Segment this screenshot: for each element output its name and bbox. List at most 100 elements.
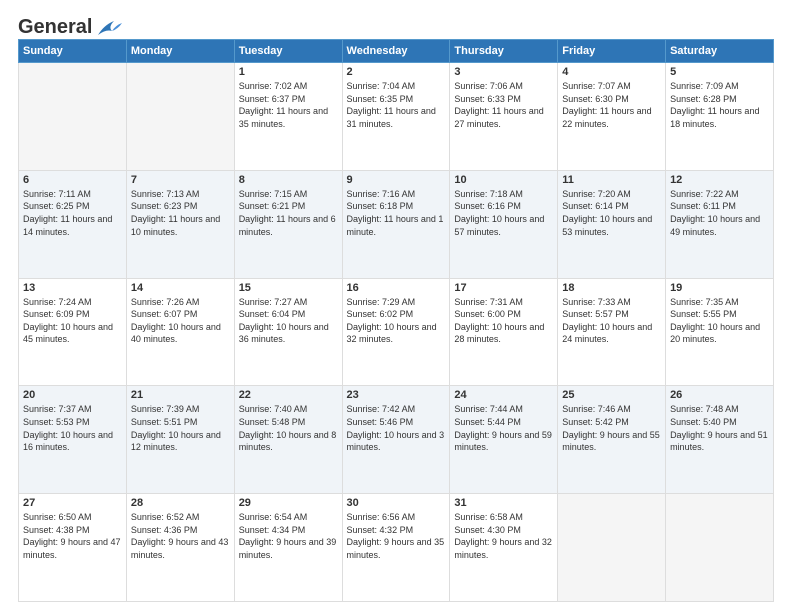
- cell-details: Sunrise: 7:29 AMSunset: 6:02 PMDaylight:…: [347, 296, 446, 346]
- day-number: 6: [23, 174, 122, 186]
- day-number: 16: [347, 282, 446, 294]
- cell-details: Sunrise: 6:52 AMSunset: 4:36 PMDaylight:…: [131, 511, 230, 561]
- calendar-cell: 5 Sunrise: 7:09 AMSunset: 6:28 PMDaylight…: [666, 63, 774, 171]
- calendar-cell: 2 Sunrise: 7:04 AMSunset: 6:35 PMDaylight…: [342, 63, 450, 171]
- cell-details: Sunrise: 6:54 AMSunset: 4:34 PMDaylight:…: [239, 511, 338, 561]
- day-number: 15: [239, 282, 338, 294]
- cell-details: Sunrise: 7:15 AMSunset: 6:21 PMDaylight:…: [239, 188, 338, 238]
- day-number: 22: [239, 389, 338, 401]
- calendar-cell: 24Sunrise: 7:44 AMSunset: 5:44 PMDayligh…: [450, 386, 558, 494]
- day-number: 11: [562, 174, 661, 186]
- calendar-cell: 12 Sunrise: 7:22 AMSunset: 6:11 PMDayligh…: [666, 170, 774, 278]
- calendar-week-row: 6 Sunrise: 7:11 AMSunset: 6:25 PMDaylight…: [19, 170, 774, 278]
- weekday-header: Tuesday: [234, 40, 342, 63]
- day-number: 29: [239, 497, 338, 509]
- cell-details: Sunrise: 7:20 AMSunset: 6:14 PMDaylight:…: [562, 188, 661, 238]
- day-number: 17: [454, 282, 553, 294]
- cell-details: Sunrise: 7:24 AMSunset: 6:09 PMDaylight:…: [23, 296, 122, 346]
- day-number: 7: [131, 174, 230, 186]
- day-number: 19: [670, 282, 769, 294]
- calendar-cell: 9 Sunrise: 7:16 AMSunset: 6:18 PMDaylight…: [342, 170, 450, 278]
- calendar-cell: 10 Sunrise: 7:18 AMSunset: 6:16 PMDayligh…: [450, 170, 558, 278]
- calendar-cell: 16 Sunrise: 7:29 AMSunset: 6:02 PMDayligh…: [342, 278, 450, 386]
- calendar-cell: 15Sunrise: 7:27 AMSunset: 6:04 PMDayligh…: [234, 278, 342, 386]
- logo: General: [18, 16, 124, 31]
- day-number: 24: [454, 389, 553, 401]
- cell-details: Sunrise: 7:09 AMSunset: 6:28 PMDaylight:…: [670, 80, 769, 130]
- calendar-cell: 4 Sunrise: 7:07 AMSunset: 6:30 PMDaylight…: [558, 63, 666, 171]
- cell-details: Sunrise: 7:16 AMSunset: 6:18 PMDaylight:…: [347, 188, 446, 238]
- calendar-cell: 27 Sunrise: 6:50 AMSunset: 4:38 PMDayligh…: [19, 494, 127, 602]
- day-number: 14: [131, 282, 230, 294]
- calendar-table: SundayMondayTuesdayWednesdayThursdayFrid…: [18, 39, 774, 602]
- calendar-cell: 28 Sunrise: 6:52 AMSunset: 4:36 PMDayligh…: [126, 494, 234, 602]
- calendar-cell: 22 Sunrise: 7:40 AMSunset: 5:48 PMDayligh…: [234, 386, 342, 494]
- day-number: 30: [347, 497, 446, 509]
- day-number: 18: [562, 282, 661, 294]
- calendar-cell: 3Sunrise: 7:06 AMSunset: 6:33 PMDaylight…: [450, 63, 558, 171]
- weekday-header-row: SundayMondayTuesdayWednesdayThursdayFrid…: [19, 40, 774, 63]
- calendar-cell: 18 Sunrise: 7:33 AMSunset: 5:57 PMDayligh…: [558, 278, 666, 386]
- calendar-week-row: 1 Sunrise: 7:02 AMSunset: 6:37 PMDaylight…: [19, 63, 774, 171]
- weekday-header: Wednesday: [342, 40, 450, 63]
- calendar-cell: 31Sunrise: 6:58 AMSunset: 4:30 PMDayligh…: [450, 494, 558, 602]
- logo-bird-icon: [94, 17, 124, 39]
- cell-details: Sunrise: 7:13 AMSunset: 6:23 PMDaylight:…: [131, 188, 230, 238]
- cell-details: Sunrise: 6:56 AMSunset: 4:32 PMDaylight:…: [347, 511, 446, 561]
- day-number: 20: [23, 389, 122, 401]
- cell-details: Sunrise: 7:46 AMSunset: 5:42 PMDaylight:…: [562, 403, 661, 453]
- calendar-cell: 26Sunrise: 7:48 AMSunset: 5:40 PMDayligh…: [666, 386, 774, 494]
- day-number: 23: [347, 389, 446, 401]
- weekday-header: Saturday: [666, 40, 774, 63]
- weekday-header: Friday: [558, 40, 666, 63]
- cell-details: Sunrise: 7:39 AMSunset: 5:51 PMDaylight:…: [131, 403, 230, 453]
- calendar-cell: [558, 494, 666, 602]
- cell-details: Sunrise: 7:07 AMSunset: 6:30 PMDaylight:…: [562, 80, 661, 130]
- day-number: 12: [670, 174, 769, 186]
- cell-details: Sunrise: 7:04 AMSunset: 6:35 PMDaylight:…: [347, 80, 446, 130]
- calendar-cell: 21 Sunrise: 7:39 AMSunset: 5:51 PMDayligh…: [126, 386, 234, 494]
- day-number: 9: [347, 174, 446, 186]
- day-number: 1: [239, 66, 338, 78]
- calendar-cell: [126, 63, 234, 171]
- day-number: 13: [23, 282, 122, 294]
- cell-details: Sunrise: 7:33 AMSunset: 5:57 PMDaylight:…: [562, 296, 661, 346]
- cell-details: Sunrise: 7:26 AMSunset: 6:07 PMDaylight:…: [131, 296, 230, 346]
- calendar-cell: 20Sunrise: 7:37 AMSunset: 5:53 PMDayligh…: [19, 386, 127, 494]
- weekday-header: Thursday: [450, 40, 558, 63]
- calendar-cell: 23 Sunrise: 7:42 AMSunset: 5:46 PMDayligh…: [342, 386, 450, 494]
- calendar-cell: 19Sunrise: 7:35 AMSunset: 5:55 PMDayligh…: [666, 278, 774, 386]
- calendar-cell: 30 Sunrise: 6:56 AMSunset: 4:32 PMDayligh…: [342, 494, 450, 602]
- day-number: 4: [562, 66, 661, 78]
- calendar-week-row: 20Sunrise: 7:37 AMSunset: 5:53 PMDayligh…: [19, 386, 774, 494]
- calendar-cell: 25 Sunrise: 7:46 AMSunset: 5:42 PMDayligh…: [558, 386, 666, 494]
- cell-details: Sunrise: 6:50 AMSunset: 4:38 PMDaylight:…: [23, 511, 122, 561]
- calendar-cell: 29 Sunrise: 6:54 AMSunset: 4:34 PMDayligh…: [234, 494, 342, 602]
- day-number: 8: [239, 174, 338, 186]
- calendar-cell: 7 Sunrise: 7:13 AMSunset: 6:23 PMDaylight…: [126, 170, 234, 278]
- day-number: 3: [454, 66, 553, 78]
- day-number: 21: [131, 389, 230, 401]
- calendar-cell: 17Sunrise: 7:31 AMSunset: 6:00 PMDayligh…: [450, 278, 558, 386]
- calendar-cell: 8 Sunrise: 7:15 AMSunset: 6:21 PMDaylight…: [234, 170, 342, 278]
- calendar-cell: [666, 494, 774, 602]
- day-number: 25: [562, 389, 661, 401]
- day-number: 10: [454, 174, 553, 186]
- day-number: 28: [131, 497, 230, 509]
- cell-details: Sunrise: 7:18 AMSunset: 6:16 PMDaylight:…: [454, 188, 553, 238]
- cell-details: Sunrise: 7:40 AMSunset: 5:48 PMDaylight:…: [239, 403, 338, 453]
- cell-details: Sunrise: 7:02 AMSunset: 6:37 PMDaylight:…: [239, 80, 338, 130]
- calendar-week-row: 13 Sunrise: 7:24 AMSunset: 6:09 PMDayligh…: [19, 278, 774, 386]
- day-number: 27: [23, 497, 122, 509]
- cell-details: Sunrise: 7:11 AMSunset: 6:25 PMDaylight:…: [23, 188, 122, 238]
- calendar-cell: 6 Sunrise: 7:11 AMSunset: 6:25 PMDaylight…: [19, 170, 127, 278]
- cell-details: Sunrise: 7:22 AMSunset: 6:11 PMDaylight:…: [670, 188, 769, 238]
- day-number: 2: [347, 66, 446, 78]
- cell-details: Sunrise: 7:48 AMSunset: 5:40 PMDaylight:…: [670, 403, 769, 453]
- cell-details: Sunrise: 7:42 AMSunset: 5:46 PMDaylight:…: [347, 403, 446, 453]
- page: General SundayMondayTuesdayWednesdayThur…: [0, 0, 792, 612]
- calendar-cell: 1 Sunrise: 7:02 AMSunset: 6:37 PMDaylight…: [234, 63, 342, 171]
- day-number: 5: [670, 66, 769, 78]
- weekday-header: Monday: [126, 40, 234, 63]
- header: General: [18, 16, 774, 31]
